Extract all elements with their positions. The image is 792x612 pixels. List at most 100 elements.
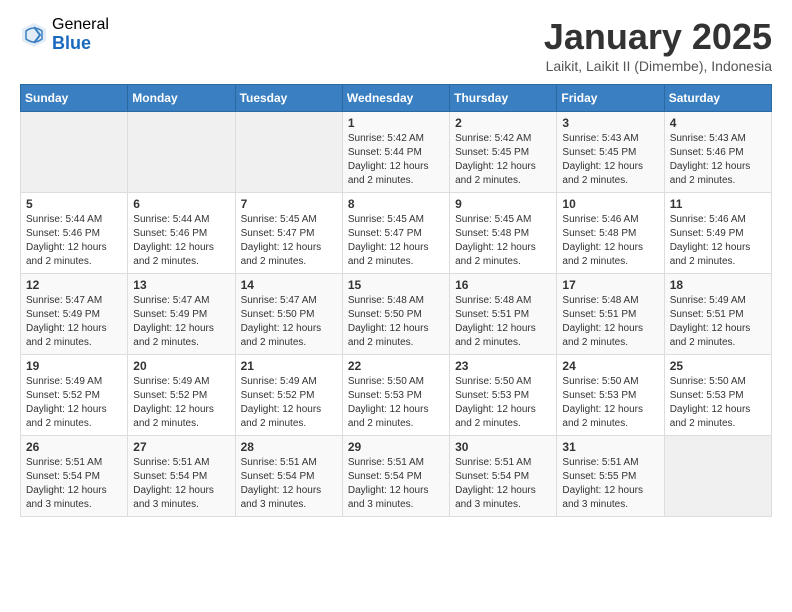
day-number: 8 [348, 197, 444, 211]
header-day-friday: Friday [557, 85, 664, 112]
cell-content: Sunrise: 5:47 AMSunset: 5:49 PMDaylight:… [26, 294, 122, 350]
day-number: 7 [241, 197, 337, 211]
calendar-header-row: SundayMondayTuesdayWednesdayThursdayFrid… [21, 85, 772, 112]
calendar-cell: 24 Sunrise: 5:50 AMSunset: 5:53 PMDayligh… [557, 355, 664, 436]
day-number: 9 [455, 197, 551, 211]
cell-content: Sunrise: 5:44 AMSunset: 5:46 PMDaylight:… [26, 213, 122, 269]
title-area: January 2025 Laikit, Laikit II (Dimembe)… [544, 16, 772, 74]
calendar-cell: 13Sunrise: 5:47 AMSunset: 5:49 PMDayligh… [128, 274, 235, 355]
day-number: 22 [348, 359, 444, 373]
cell-content: Sunrise: 5:46 AMSunset: 5:48 PMDaylight:… [562, 213, 658, 269]
calendar-cell: 6 Sunrise: 5:44 AMSunset: 5:46 PMDaylight… [128, 193, 235, 274]
day-number: 4 [670, 116, 766, 130]
cell-content: Sunrise: 5:45 AMSunset: 5:47 PMDaylight:… [241, 213, 337, 269]
day-number: 19 [26, 359, 122, 373]
cell-content: Sunrise: 5:51 AMSunset: 5:54 PMDaylight:… [455, 456, 551, 512]
calendar-cell: 30Sunrise: 5:51 AMSunset: 5:54 PMDayligh… [450, 436, 557, 517]
calendar-cell: 20Sunrise: 5:49 AMSunset: 5:52 PMDayligh… [128, 355, 235, 436]
header-day-sunday: Sunday [21, 85, 128, 112]
calendar-week-row: 1 Sunrise: 5:42 AMSunset: 5:44 PMDaylight… [21, 112, 772, 193]
day-number: 23 [455, 359, 551, 373]
calendar-cell: 11 Sunrise: 5:46 AMSunset: 5:49 PMDayligh… [664, 193, 771, 274]
calendar-cell: 18Sunrise: 5:49 AMSunset: 5:51 PMDayligh… [664, 274, 771, 355]
cell-content: Sunrise: 5:51 AMSunset: 5:54 PMDaylight:… [241, 456, 337, 512]
cell-content: Sunrise: 5:50 AMSunset: 5:53 PMDaylight:… [455, 375, 551, 431]
calendar-cell: 17Sunrise: 5:48 AMSunset: 5:51 PMDayligh… [557, 274, 664, 355]
cell-content: Sunrise: 5:48 AMSunset: 5:50 PMDaylight:… [348, 294, 444, 350]
day-number: 10 [562, 197, 658, 211]
day-number: 17 [562, 278, 658, 292]
calendar-cell: 25 Sunrise: 5:50 AMSunset: 5:53 PMDayligh… [664, 355, 771, 436]
cell-content: Sunrise: 5:42 AMSunset: 5:45 PMDaylight:… [455, 132, 551, 188]
calendar-cell: 27 Sunrise: 5:51 AMSunset: 5:54 PMDayligh… [128, 436, 235, 517]
calendar-cell: 23 Sunrise: 5:50 AMSunset: 5:53 PMDayligh… [450, 355, 557, 436]
calendar-cell: 10 Sunrise: 5:46 AMSunset: 5:48 PMDayligh… [557, 193, 664, 274]
calendar-cell: 29 Sunrise: 5:51 AMSunset: 5:54 PMDayligh… [342, 436, 449, 517]
logo: General Blue [20, 16, 109, 53]
day-number: 5 [26, 197, 122, 211]
calendar-cell: 5 Sunrise: 5:44 AMSunset: 5:46 PMDaylight… [21, 193, 128, 274]
day-number: 3 [562, 116, 658, 130]
calendar-week-row: 12Sunrise: 5:47 AMSunset: 5:49 PMDayligh… [21, 274, 772, 355]
day-number: 28 [241, 440, 337, 454]
calendar-cell: 2 Sunrise: 5:42 AMSunset: 5:45 PMDaylight… [450, 112, 557, 193]
logo-icon [20, 21, 48, 49]
day-number: 29 [348, 440, 444, 454]
calendar-cell: 12Sunrise: 5:47 AMSunset: 5:49 PMDayligh… [21, 274, 128, 355]
cell-content: Sunrise: 5:49 AMSunset: 5:52 PMDaylight:… [241, 375, 337, 431]
header-day-tuesday: Tuesday [235, 85, 342, 112]
cell-content: Sunrise: 5:50 AMSunset: 5:53 PMDaylight:… [348, 375, 444, 431]
day-number: 6 [133, 197, 229, 211]
day-number: 21 [241, 359, 337, 373]
day-number: 27 [133, 440, 229, 454]
cell-content: Sunrise: 5:51 AMSunset: 5:54 PMDaylight:… [133, 456, 229, 512]
day-number: 20 [133, 359, 229, 373]
calendar-cell: 19Sunrise: 5:49 AMSunset: 5:52 PMDayligh… [21, 355, 128, 436]
cell-content: Sunrise: 5:45 AMSunset: 5:48 PMDaylight:… [455, 213, 551, 269]
cell-content: Sunrise: 5:47 AMSunset: 5:50 PMDaylight:… [241, 294, 337, 350]
day-number: 13 [133, 278, 229, 292]
calendar-week-row: 19 Sunrise: 5:49 AMSunset: 5:52 PMDayligh… [21, 355, 772, 436]
calendar-cell: 15Sunrise: 5:48 AMSunset: 5:50 PMDayligh… [342, 274, 449, 355]
cell-content: Sunrise: 5:48 AMSunset: 5:51 PMDaylight:… [455, 294, 551, 350]
day-number: 1 [348, 116, 444, 130]
day-number: 2 [455, 116, 551, 130]
cell-content: Sunrise: 5:51 AMSunset: 5:55 PMDaylight:… [562, 456, 658, 512]
calendar-cell: 9 Sunrise: 5:45 AMSunset: 5:48 PMDaylight… [450, 193, 557, 274]
header-day-monday: Monday [128, 85, 235, 112]
cell-content: Sunrise: 5:51 AMSunset: 5:54 PMDaylight:… [348, 456, 444, 512]
cell-content: Sunrise: 5:50 AMSunset: 5:53 PMDaylight:… [670, 375, 766, 431]
cell-content: Sunrise: 5:45 AMSunset: 5:47 PMDaylight:… [348, 213, 444, 269]
day-number: 24 [562, 359, 658, 373]
location-title: Laikit, Laikit II (Dimembe), Indonesia [544, 58, 772, 74]
calendar-cell [21, 112, 128, 193]
day-number: 31 [562, 440, 658, 454]
calendar-cell: 28 Sunrise: 5:51 AMSunset: 5:54 PMDayligh… [235, 436, 342, 517]
month-title: January 2025 [544, 16, 772, 58]
calendar-cell: 1 Sunrise: 5:42 AMSunset: 5:44 PMDaylight… [342, 112, 449, 193]
day-number: 26 [26, 440, 122, 454]
cell-content: Sunrise: 5:51 AMSunset: 5:54 PMDaylight:… [26, 456, 122, 512]
calendar-cell: 22 Sunrise: 5:50 AMSunset: 5:53 PMDayligh… [342, 355, 449, 436]
day-number: 11 [670, 197, 766, 211]
calendar-cell: 26 Sunrise: 5:51 AMSunset: 5:54 PMDayligh… [21, 436, 128, 517]
cell-content: Sunrise: 5:44 AMSunset: 5:46 PMDaylight:… [133, 213, 229, 269]
logo-text: General Blue [52, 16, 109, 53]
calendar-cell: 21 Sunrise: 5:49 AMSunset: 5:52 PMDayligh… [235, 355, 342, 436]
calendar-cell: 16Sunrise: 5:48 AMSunset: 5:51 PMDayligh… [450, 274, 557, 355]
header: General Blue January 2025 Laikit, Laikit… [20, 16, 772, 74]
cell-content: Sunrise: 5:43 AMSunset: 5:45 PMDaylight:… [562, 132, 658, 188]
cell-content: Sunrise: 5:42 AMSunset: 5:44 PMDaylight:… [348, 132, 444, 188]
calendar-cell [128, 112, 235, 193]
calendar-cell: 7 Sunrise: 5:45 AMSunset: 5:47 PMDaylight… [235, 193, 342, 274]
calendar-week-row: 26 Sunrise: 5:51 AMSunset: 5:54 PMDayligh… [21, 436, 772, 517]
cell-content: Sunrise: 5:50 AMSunset: 5:53 PMDaylight:… [562, 375, 658, 431]
header-day-wednesday: Wednesday [342, 85, 449, 112]
cell-content: Sunrise: 5:43 AMSunset: 5:46 PMDaylight:… [670, 132, 766, 188]
calendar-cell [664, 436, 771, 517]
logo-general: General [52, 16, 109, 34]
cell-content: Sunrise: 5:46 AMSunset: 5:49 PMDaylight:… [670, 213, 766, 269]
day-number: 25 [670, 359, 766, 373]
calendar-cell: 4 Sunrise: 5:43 AMSunset: 5:46 PMDaylight… [664, 112, 771, 193]
calendar-cell: 14Sunrise: 5:47 AMSunset: 5:50 PMDayligh… [235, 274, 342, 355]
